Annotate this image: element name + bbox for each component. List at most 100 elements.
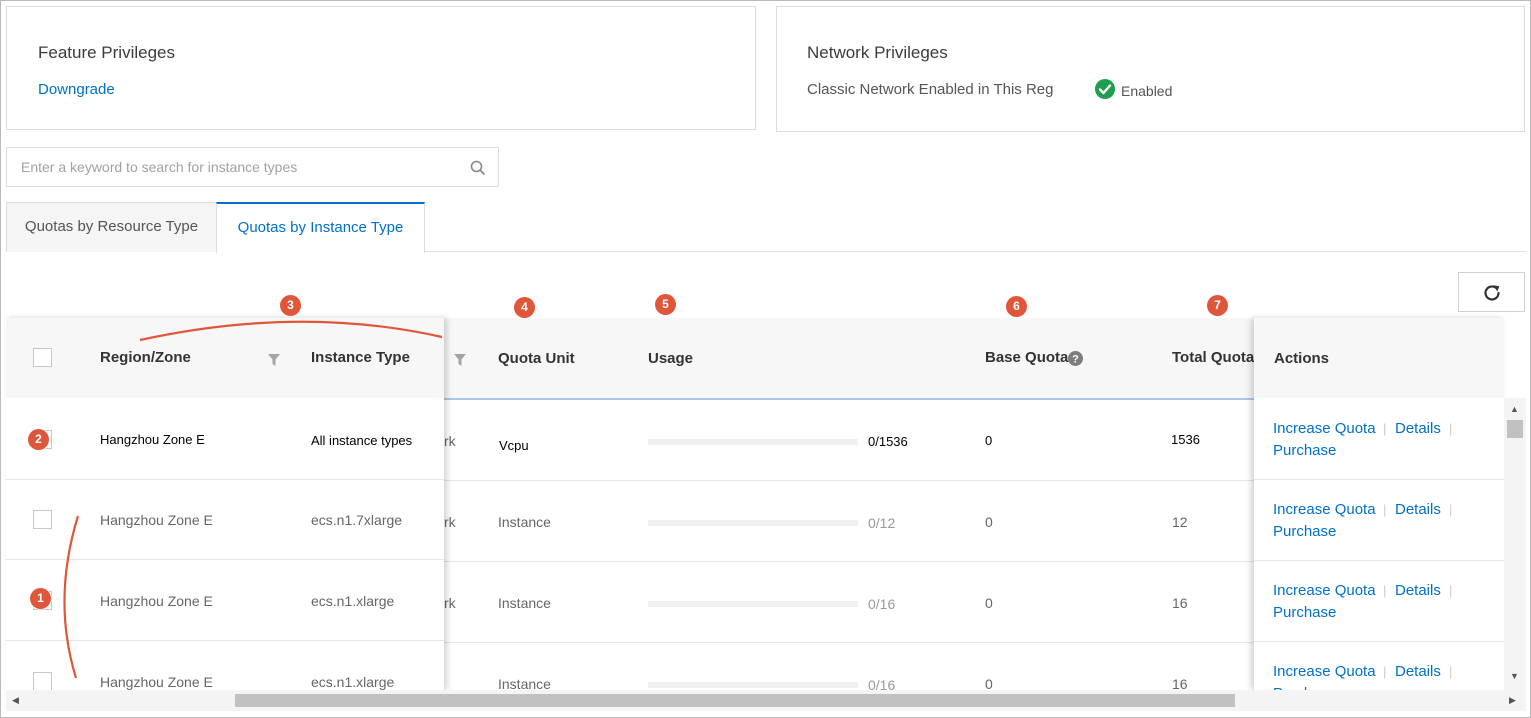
- refresh-icon: [1484, 285, 1500, 301]
- row-instance-type: All instance types: [311, 433, 413, 448]
- row-base-quota: 0: [985, 433, 993, 448]
- increase-quota-link[interactable]: Increase Quota: [1273, 582, 1376, 599]
- classic-network-label: Classic Network Enabled in This Reg: [807, 81, 1054, 98]
- action-separator: |: [1449, 664, 1453, 679]
- search-icon[interactable]: [469, 159, 487, 177]
- annotation-marker: 4: [514, 297, 535, 318]
- details-link[interactable]: Details: [1395, 420, 1441, 437]
- row-divider: [444, 480, 1254, 481]
- action-separator: |: [1383, 583, 1387, 598]
- row-quota-unit: Vcpu: [499, 438, 529, 453]
- vertical-scroll-thumb[interactable]: [1507, 420, 1523, 438]
- increase-quota-link[interactable]: Increase Quota: [1273, 420, 1376, 437]
- row-instance-type: ecs.n1.xlarge: [311, 674, 395, 690]
- annotation-marker: 6: [1006, 296, 1027, 317]
- frozen-left-header: Region/Zone Instance Type: [6, 318, 444, 398]
- annotation-marker: 1: [30, 588, 51, 609]
- action-separator: |: [1383, 502, 1387, 517]
- network-privileges-panel: Network Privileges Classic Network Enabl…: [776, 6, 1525, 132]
- row-usage: 0/16: [868, 596, 896, 612]
- details-link[interactable]: Details: [1395, 501, 1441, 518]
- row-total-quota: 12: [1172, 514, 1188, 530]
- annotation-marker: 7: [1207, 295, 1228, 316]
- row-divider: [444, 642, 1254, 643]
- refresh-button[interactable]: [1458, 272, 1525, 312]
- frozen-actions-column: Actions Increase Quota | Details | Purch…: [1254, 318, 1504, 690]
- row-region: Hangzhou Zone E: [100, 512, 213, 528]
- action-separator: |: [1383, 664, 1387, 679]
- column-region-zone: Region/Zone: [100, 349, 191, 366]
- feature-privileges-title: Feature Privileges: [38, 43, 176, 62]
- row-quota-unit: Instance: [498, 514, 551, 530]
- increase-quota-link[interactable]: Increase Quota: [1273, 501, 1376, 518]
- instance-type-search: [6, 147, 499, 187]
- tab-quotas-by-resource-type[interactable]: Quotas by Resource Type: [6, 202, 217, 252]
- row-divider: [1254, 641, 1504, 642]
- frozen-left-columns: Region/Zone Instance Type Hangzhou Zone …: [6, 318, 444, 690]
- purchase-link[interactable]: Purchase: [1273, 523, 1336, 540]
- action-separator: |: [1449, 502, 1453, 517]
- actions-header: Actions: [1254, 318, 1504, 398]
- usage-bar: [648, 682, 858, 688]
- row-divider: [1254, 560, 1504, 561]
- column-instance-type: Instance Type: [311, 349, 410, 366]
- row-region: Hangzhou Zone E: [100, 432, 205, 447]
- column-usage: Usage: [648, 350, 694, 367]
- row-hidden-cell: rk: [444, 514, 456, 530]
- action-separator: |: [1449, 421, 1453, 436]
- vertical-scrollbar[interactable]: ▲ ▼: [1504, 398, 1526, 690]
- purchase-link[interactable]: Purchase: [1273, 604, 1336, 621]
- downgrade-link[interactable]: Downgrade: [38, 81, 115, 98]
- tab-quotas-by-instance-type[interactable]: Quotas by Instance Type: [216, 202, 425, 253]
- column-total-quota: Total Quota: [1172, 349, 1254, 366]
- details-link[interactable]: Details: [1395, 582, 1441, 599]
- row-divider: [6, 559, 444, 560]
- row-hidden-cell: rk: [444, 595, 456, 611]
- enabled-status: Enabled: [1121, 83, 1173, 99]
- row-divider: [1254, 479, 1504, 480]
- row-region: Hangzhou Zone E: [100, 674, 213, 690]
- row-instance-type: ecs.n1.xlarge: [311, 593, 395, 609]
- column-quota-unit: Quota Unit: [498, 350, 575, 367]
- purchase-link[interactable]: Purchase: [1273, 442, 1336, 459]
- annotation-marker: 2: [28, 429, 49, 450]
- horizontal-scroll-thumb[interactable]: [235, 694, 1235, 707]
- column-base-quota: Base Quota: [985, 349, 1069, 366]
- annotation-marker: 5: [655, 294, 676, 315]
- network-privileges-title: Network Privileges: [807, 43, 948, 62]
- row-divider: [6, 479, 444, 480]
- row-base-quota: 0: [985, 514, 993, 530]
- scroll-up-arrow[interactable]: ▲: [1510, 404, 1519, 414]
- scroll-left-arrow[interactable]: ◀: [12, 695, 19, 706]
- row-usage: 0/12: [868, 515, 896, 531]
- row-divider: [444, 561, 1254, 562]
- usage-bar: [648, 520, 858, 526]
- row-total-quota: 1536: [1171, 432, 1200, 447]
- search-input[interactable]: [8, 149, 448, 185]
- usage-bar: [648, 439, 858, 445]
- row-checkbox[interactable]: [33, 510, 52, 529]
- details-link[interactable]: Details: [1395, 663, 1441, 680]
- select-all-checkbox[interactable]: [33, 348, 52, 367]
- increase-quota-link[interactable]: Increase Quota: [1273, 663, 1376, 680]
- annotation-marker: 3: [280, 295, 301, 316]
- feature-privileges-panel: Feature Privileges Downgrade: [6, 6, 756, 130]
- scroll-down-arrow[interactable]: ▼: [1510, 671, 1519, 681]
- filter-icon[interactable]: [268, 353, 280, 369]
- column-actions: Actions: [1274, 350, 1330, 367]
- row-checkbox[interactable]: [33, 672, 52, 690]
- row-hidden-cell: rk: [444, 433, 456, 449]
- row-total-quota: 16: [1172, 595, 1188, 611]
- action-separator: |: [1383, 421, 1387, 436]
- check-circle-icon: [1095, 79, 1115, 99]
- help-icon[interactable]: ?: [1068, 351, 1083, 366]
- scroll-right-arrow[interactable]: ▶: [1509, 695, 1516, 706]
- horizontal-scrollbar[interactable]: ◀ ▶: [6, 690, 1526, 711]
- row-quota-unit: Instance: [498, 595, 551, 611]
- row-divider: [6, 640, 444, 641]
- row-usage: 0/1536: [868, 434, 908, 449]
- row-base-quota: 0: [985, 595, 993, 611]
- row-instance-type: ecs.n1.7xlarge: [311, 512, 403, 528]
- filter-icon[interactable]: [454, 353, 466, 369]
- usage-bar: [648, 601, 858, 607]
